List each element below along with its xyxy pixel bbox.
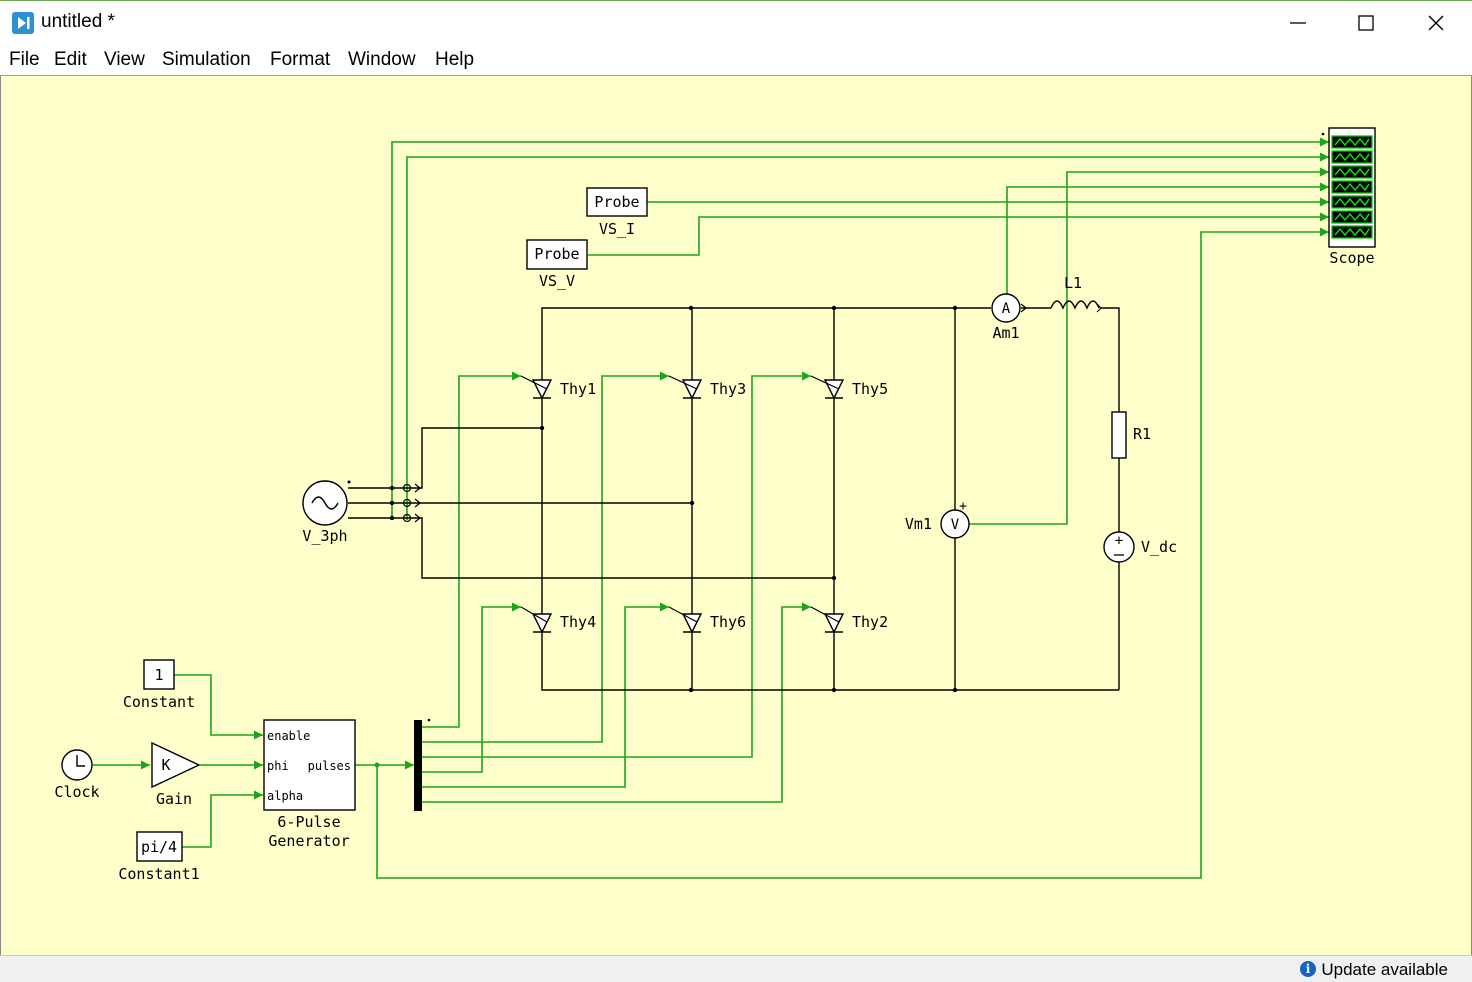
junction-dot	[374, 762, 380, 768]
thyristor-thy2[interactable]	[810, 606, 845, 634]
thyristor-thy3[interactable]	[668, 375, 703, 400]
menu-bar: File Edit View Simulation Format Window …	[0, 44, 1472, 76]
three-phase-source-v3ph[interactable]	[302, 480, 351, 526]
probe-vs-v-label: VS_V	[539, 272, 575, 290]
thy2-label: Thy2	[852, 613, 888, 631]
port-enable: enable	[267, 729, 310, 743]
probe-vs-i-label: VS_I	[599, 220, 635, 238]
constant-label: Constant	[123, 693, 195, 711]
app-icon	[12, 12, 34, 34]
thy6-label: Thy6	[710, 613, 746, 631]
am1-label: Am1	[992, 324, 1019, 342]
svg-text:Probe: Probe	[534, 245, 579, 263]
maximize-button[interactable]	[1332, 1, 1400, 45]
vm1-label: Vm1	[905, 515, 932, 533]
svg-text:A: A	[1002, 301, 1011, 317]
clock-label: Clock	[54, 783, 99, 801]
status-bar: i Update available	[0, 955, 1472, 982]
svg-text:1: 1	[154, 666, 163, 684]
svg-text:+: +	[959, 499, 967, 514]
constant1-block[interactable]: pi/4	[136, 831, 183, 862]
inductor-l1[interactable]	[1050, 300, 1102, 313]
menu-file[interactable]: File	[9, 49, 40, 71]
probe-vs-i[interactable]: Probe	[586, 187, 648, 217]
v3ph-label: V_3ph	[302, 527, 347, 545]
thy5-label: Thy5	[852, 380, 888, 398]
title-bar: untitled *	[0, 0, 1472, 44]
constant-block[interactable]: 1	[143, 659, 175, 690]
menu-simulation[interactable]: Simulation	[162, 49, 251, 71]
gain-block[interactable]: K	[151, 741, 201, 789]
svg-text:V: V	[951, 517, 960, 533]
info-icon[interactable]: i	[1300, 961, 1316, 977]
ammeter-am1[interactable]: A	[991, 293, 1027, 323]
schematic-canvas[interactable]: Thy1 Thy3 Thy5 Thy4 Thy6 Thy2 A Am1 L1 R…	[0, 76, 1472, 955]
six-pulse-generator-block[interactable]: enable phi alpha pulses	[263, 719, 356, 811]
port-phi: phi	[267, 759, 289, 773]
thy1-label: Thy1	[560, 380, 596, 398]
clock-block[interactable]	[61, 749, 93, 781]
update-status[interactable]: Update available	[1321, 960, 1448, 980]
constant1-label: Constant1	[118, 865, 199, 883]
dc-source-vdc[interactable]: +	[1103, 531, 1135, 563]
scope-label: Scope	[1329, 249, 1374, 267]
menu-window[interactable]: Window	[348, 49, 416, 71]
svg-text:K: K	[161, 756, 170, 774]
resistor-r1[interactable]	[1111, 411, 1127, 459]
vdc-label: V_dc	[1141, 538, 1177, 556]
window-title: untitled *	[41, 11, 115, 32]
probe-vs-v[interactable]: Probe	[526, 239, 588, 270]
generator-label-line2: Generator	[268, 832, 349, 850]
svg-text:+: +	[1115, 533, 1123, 549]
l1-label: L1	[1064, 274, 1082, 292]
menu-format[interactable]: Format	[270, 49, 330, 71]
close-button[interactable]	[1402, 1, 1470, 45]
thyristor-thy5[interactable]	[810, 375, 845, 400]
demux-bar[interactable]	[414, 720, 422, 811]
svg-text:Probe: Probe	[594, 193, 639, 211]
menu-help[interactable]: Help	[435, 49, 474, 71]
port-alpha: alpha	[267, 789, 303, 803]
thy4-label: Thy4	[560, 613, 596, 631]
generator-label-line1: 6-Pulse	[277, 813, 340, 831]
minimize-button[interactable]	[1262, 1, 1330, 45]
thyristor-thy4[interactable]	[520, 606, 553, 634]
thyristor-thy6[interactable]	[668, 606, 703, 634]
thy3-label: Thy3	[710, 380, 746, 398]
svg-text:pi/4: pi/4	[141, 838, 177, 856]
r1-label: R1	[1133, 425, 1151, 443]
power-wires	[348, 307, 1120, 691]
menu-view[interactable]: View	[104, 49, 145, 71]
gain-label: Gain	[156, 790, 192, 808]
port-pulses: pulses	[308, 759, 351, 773]
scope-block[interactable]	[1321, 127, 1376, 248]
menu-edit[interactable]: Edit	[54, 49, 87, 71]
thyristor-thy1[interactable]	[520, 375, 553, 400]
